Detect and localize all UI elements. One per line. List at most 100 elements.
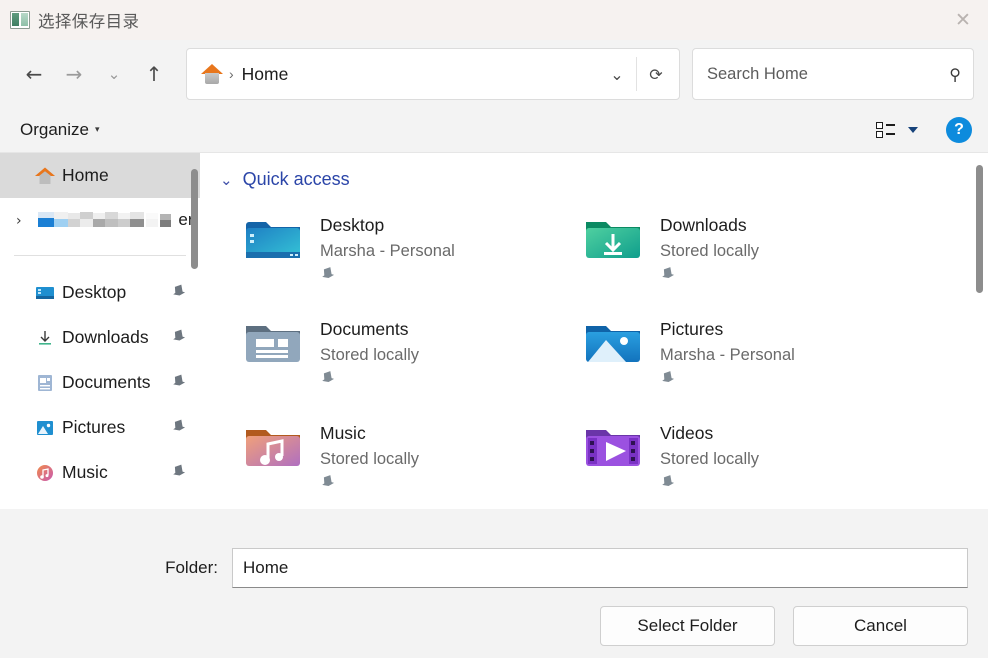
file-tile-name: Downloads [660,215,747,235]
file-tile-subtitle: Stored locally [320,346,420,364]
downloads-folder-icon [582,210,644,268]
sidebar-item-label: Downloads [62,327,149,347]
sidebar-scrollbar-thumb[interactable] [191,169,198,269]
pin-icon[interactable] [167,325,190,349]
search-box[interactable]: ⚲ [692,48,974,100]
pin-icon[interactable] [167,460,190,484]
folder-row: Folder: [0,516,988,588]
pin-icon[interactable] [316,263,339,287]
file-tile-subtitle: Stored locally [660,450,760,468]
help-button[interactable]: ? [946,117,972,143]
music-folder-icon [242,418,304,476]
music-icon [34,463,56,483]
home-icon [34,166,56,186]
select-folder-dialog: 选择保存目录 ✕ ← → ⌄ ↑ › Home ⌄ ⟳ ⚲ Organize ▾ [0,0,988,658]
file-tile-pictures[interactable]: Pictures Marsha - Personal [582,308,988,412]
folder-label: Folder: [165,558,218,577]
dialog-footer: Folder: Select Folder Cancel [0,516,988,658]
pin-icon[interactable] [656,367,679,391]
file-tile-name: Videos [660,423,714,443]
view-options-chevron-down-icon[interactable] [908,127,918,133]
organize-button[interactable]: Organize ▾ [20,120,100,140]
pin-icon[interactable] [167,415,190,439]
file-tile-subtitle: Stored locally [660,242,760,260]
content-scrollbar[interactable] [976,163,983,493]
quick-access-header[interactable]: ⌄ Quick access [200,153,988,198]
chevron-right-icon[interactable]: › [16,213,22,229]
chevron-down-icon[interactable]: ⌄ [220,171,233,189]
up-button[interactable]: ↑ [134,54,174,94]
search-icon[interactable]: ⚲ [949,65,961,84]
documents-icon [34,373,56,393]
sidebar-item-label: Desktop [62,282,127,302]
details-view-icon[interactable] [876,122,896,138]
sidebar-item-label: Pictures [62,417,126,437]
sidebar-item-desktop[interactable]: Desktop [0,270,200,315]
pin-icon[interactable] [656,263,679,287]
redacted-account-name: ers [34,211,196,231]
file-tile-downloads[interactable]: Downloads Stored locally [582,204,988,308]
quick-access-title: Quick access [242,169,350,189]
file-tile-name: Pictures [660,319,724,339]
search-input[interactable] [707,64,950,84]
dialog-body: Home › e Desktop Downloads Documents Pic… [0,153,988,516]
file-tile-name: Music [320,423,366,443]
back-button[interactable]: ← [14,54,54,94]
home-icon [201,64,223,84]
folder-input[interactable] [232,548,968,588]
sidebar-scrollbar[interactable] [191,161,198,501]
sidebar-item-onedrive[interactable]: › e [0,198,200,243]
sidebar-item-music[interactable]: Music [0,450,200,495]
sidebar-item-label: Documents [62,372,151,392]
pin-icon[interactable] [167,280,190,304]
pictures-icon [34,418,56,438]
address-bar[interactable]: › Home ⌄ ⟳ [186,48,680,100]
pin-icon[interactable] [656,471,679,495]
downloads-icon [34,328,56,348]
sidebar-item-label: Home [62,165,109,185]
sidebar-item-documents[interactable]: Documents [0,360,200,405]
app-window-icon [10,11,30,29]
title-bar: 选择保存目录 ✕ [0,0,988,40]
quick-access-grid: Desktop Marsha - Personal Downloads Stor… [200,198,988,509]
navigation-pane: Home › e Desktop Downloads Documents Pic… [0,153,200,509]
navigation-bar: ← → ⌄ ↑ › Home ⌄ ⟳ ⚲ [0,40,988,108]
desktop-icon [34,283,56,303]
forward-button[interactable]: → [54,54,94,94]
chevron-down-icon: ▾ [94,125,100,135]
file-tile-music[interactable]: Music Stored locally [242,412,582,509]
documents-folder-icon [242,314,304,372]
select-folder-button[interactable]: Select Folder [600,606,775,646]
chevron-down-icon[interactable]: ⌄ [598,54,636,94]
sidebar-item-home[interactable]: Home [0,153,200,198]
sidebar-item-pictures[interactable]: Pictures [0,405,200,450]
file-tile-videos[interactable]: Videos Stored locally [582,412,988,509]
file-tile-subtitle: Marsha - Personal [320,242,455,260]
sidebar-item-label: Music [62,462,108,482]
content-scrollbar-thumb[interactable] [976,165,983,293]
file-tile-name: Desktop [320,215,385,235]
file-tile-subtitle: Stored locally [320,450,420,468]
pin-icon[interactable] [316,471,339,495]
videos-folder-icon [582,418,644,476]
file-tile-documents[interactable]: Documents Stored locally [242,308,582,412]
breadcrumb-separator: › [229,66,234,82]
organize-label: Organize [20,120,89,139]
button-row: Select Folder Cancel [0,588,988,646]
breadcrumb-path[interactable]: Home [242,64,289,85]
sidebar-divider [14,255,186,256]
pictures-folder-icon [582,314,644,372]
file-tile-subtitle: Marsha - Personal [660,346,795,364]
file-tile-name: Documents [320,319,409,339]
refresh-icon[interactable]: ⟳ [637,54,675,94]
pin-icon[interactable] [316,367,339,391]
recent-locations-button[interactable]: ⌄ [94,54,134,94]
sidebar-item-downloads[interactable]: Downloads [0,315,200,360]
pin-icon[interactable] [167,370,190,394]
close-icon[interactable]: ✕ [938,0,988,40]
desktop-folder-icon [242,210,304,268]
file-list-pane: ⌄ Quick access Desktop Marsha - Personal… [200,153,988,509]
window-title: 选择保存目录 [38,13,140,31]
cancel-button[interactable]: Cancel [793,606,968,646]
file-tile-desktop[interactable]: Desktop Marsha - Personal [242,204,582,308]
